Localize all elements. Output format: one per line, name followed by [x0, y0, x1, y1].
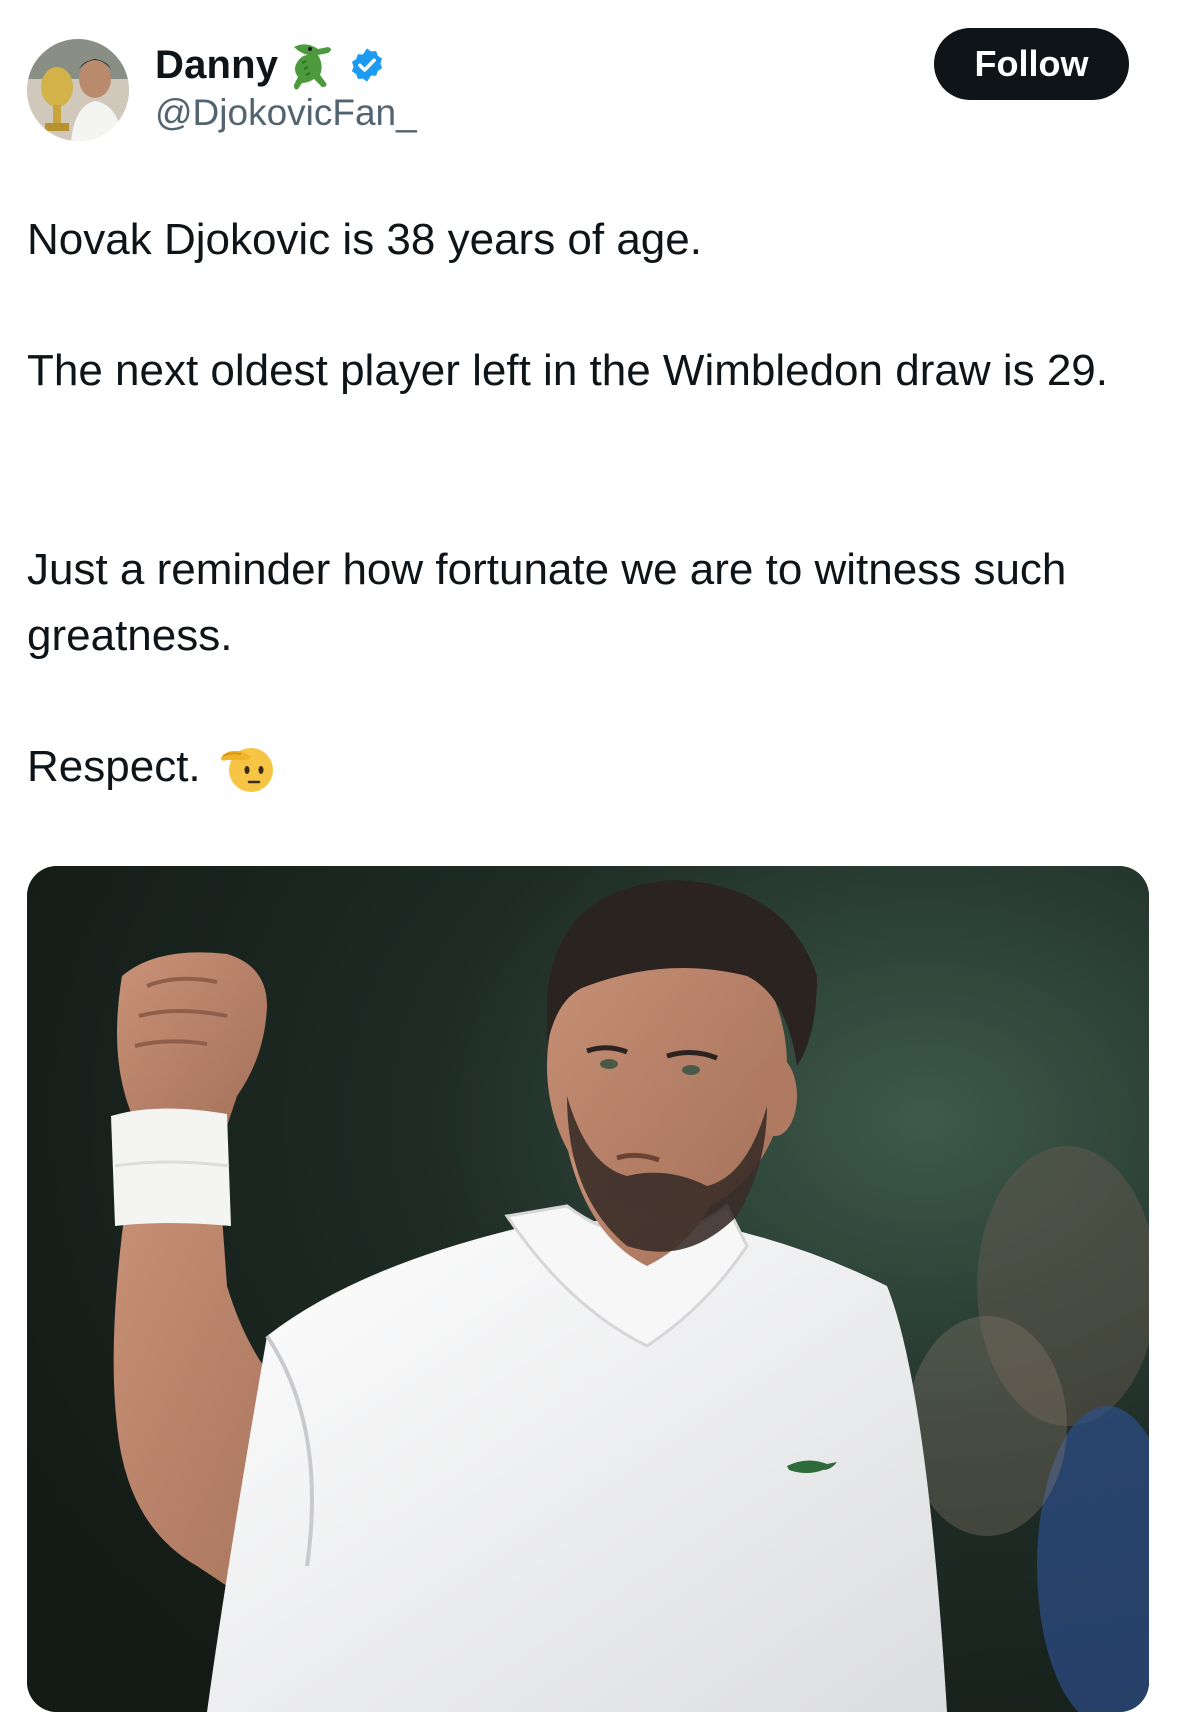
crocodile-emoji-icon	[288, 39, 338, 91]
author-name-row[interactable]: Danny	[155, 36, 386, 94]
tweet-media-photo[interactable]	[27, 866, 1149, 1712]
tweet-paragraph-2: The next oldest player left in the Wimbl…	[27, 346, 1108, 395]
tweet-paragraph-3: Just a reminder how fortunate we are to …	[27, 545, 1067, 660]
tweet-paragraph-1: Novak Djokovic is 38 years of age.	[27, 215, 702, 264]
follow-button[interactable]: Follow	[934, 28, 1129, 100]
tweet-paragraph-4: Respect.	[27, 734, 1147, 800]
tweet-card: Danny @DjokovicFan_ Follow Novak Djokovi…	[0, 0, 1179, 1733]
saluting-face-emoji-icon	[217, 738, 275, 796]
author-handle[interactable]: @DjokovicFan_	[155, 92, 417, 134]
tweet-paragraph-4-text: Respect.	[27, 742, 201, 791]
author-avatar[interactable]	[27, 39, 129, 141]
tennis-player-photo-icon	[27, 866, 1149, 1712]
avatar-photo-icon	[27, 39, 129, 141]
verified-badge-icon	[348, 46, 386, 84]
author-display-name: Danny	[155, 42, 279, 87]
